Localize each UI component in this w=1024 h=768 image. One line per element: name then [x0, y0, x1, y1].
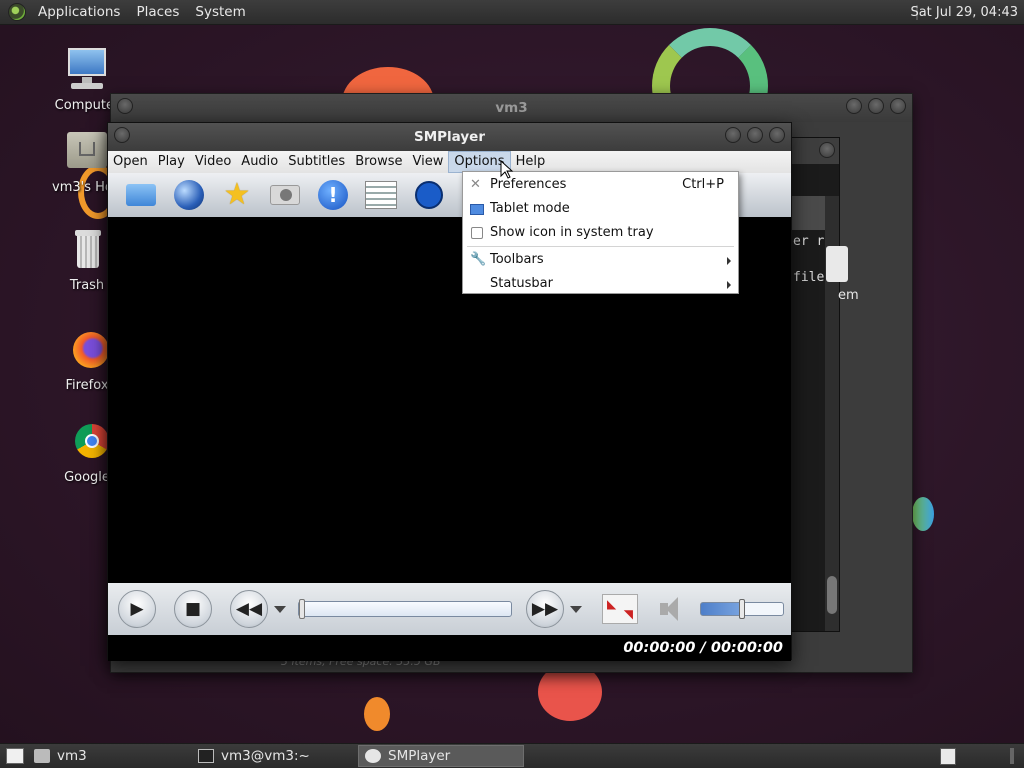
task-label: SMPlayer — [388, 748, 451, 764]
menu-help[interactable]: Help — [511, 151, 551, 173]
menu-audio[interactable]: Audio — [236, 151, 283, 173]
smplayer-icon — [365, 749, 381, 763]
playlist-icon[interactable] — [364, 178, 398, 212]
taskbar: vm3 vm3@vm3:~ SMPlayer — [0, 743, 1024, 768]
window-menu-button[interactable] — [114, 127, 130, 143]
terminal-line: file — [793, 270, 825, 285]
workspace-indicator[interactable] — [940, 748, 956, 765]
mouse-cursor-icon — [500, 160, 514, 179]
volume-knob[interactable] — [739, 599, 745, 619]
task-terminal[interactable]: vm3@vm3:~ — [192, 745, 354, 767]
workspace-switcher[interactable] — [1010, 748, 1014, 764]
trash-icon — [63, 226, 111, 274]
menu-item-toolbars[interactable]: 🔧 Toolbars — [463, 248, 738, 272]
window-title[interactable]: vm3 — [111, 94, 912, 122]
submenu-arrow-icon — [727, 281, 731, 289]
firefox-icon — [63, 326, 111, 374]
menu-browse[interactable]: Browse — [350, 151, 407, 173]
seek-bar[interactable] — [298, 599, 512, 619]
forward-button[interactable]: ▶▶ — [526, 590, 564, 628]
show-desktop-icon[interactable] — [6, 748, 24, 764]
globe-icon[interactable] — [172, 178, 206, 212]
scrollbar-thumb[interactable] — [827, 576, 837, 614]
menu-separator — [467, 246, 734, 247]
chrome-icon — [63, 418, 111, 466]
window-controls — [725, 127, 785, 143]
submenu-arrow-icon — [727, 257, 731, 265]
menu-item-shortcut: Ctrl+P — [682, 177, 724, 192]
rewind-button[interactable]: ◀◀ — [230, 590, 268, 628]
top-panel: Applications Places System Sat Jul 29, 0… — [0, 0, 1024, 25]
maximize-button[interactable] — [747, 127, 763, 143]
applications-menu[interactable]: Applications — [30, 0, 128, 25]
close-button[interactable] — [769, 127, 785, 143]
menu-item-statusbar[interactable]: Statusbar — [463, 272, 738, 296]
wallpaper-orange-dot — [364, 697, 390, 731]
rewind-dropdown-arrow[interactable] — [274, 605, 286, 613]
forward-dropdown-arrow[interactable] — [570, 605, 582, 613]
maximize-button[interactable] — [868, 98, 884, 114]
screenshot-camera-icon[interactable] — [268, 178, 302, 212]
home-folder-icon — [34, 749, 50, 763]
open-folder-icon[interactable] — [124, 178, 158, 212]
close-button[interactable] — [819, 142, 835, 158]
task-smplayer[interactable]: SMPlayer — [358, 745, 524, 767]
task-label: vm3 — [57, 748, 87, 764]
time-display: 00:00:00 / 00:00:00 — [108, 635, 791, 661]
options-dropdown-menu: ✕ Preferences Ctrl+P Tablet mode Show ic… — [462, 171, 739, 294]
window-menu-button[interactable] — [117, 98, 133, 114]
playback-controls: ▶ ■ ◀◀ ▶▶ ◣ ◥ — [108, 583, 791, 635]
speaker-icon[interactable] — [656, 594, 686, 624]
menu-play[interactable]: Play — [153, 151, 190, 173]
home-folder-icon — [63, 128, 111, 176]
wrench-icon: 🔧 — [470, 252, 487, 267]
fullscreen-button[interactable]: ◣ ◥ — [602, 594, 638, 624]
stop-button[interactable]: ■ — [174, 590, 212, 628]
menu-video[interactable]: Video — [190, 151, 236, 173]
task-label: vm3@vm3:~ — [221, 748, 310, 764]
smplayer-titlebar[interactable]: SMPlayer — [108, 123, 791, 151]
play-button[interactable]: ▶ — [118, 590, 156, 628]
clock[interactable]: Sat Jul 29, 04:43 — [910, 0, 1018, 25]
window-controls — [846, 98, 906, 114]
menu-item-label: Statusbar — [490, 276, 553, 291]
menu-item-system-tray[interactable]: Show icon in system tray — [463, 221, 738, 245]
task-vm3[interactable]: vm3 — [28, 745, 188, 767]
menu-item-label: Show icon in system tray — [490, 225, 654, 240]
menu-open[interactable]: Open — [108, 151, 153, 173]
seek-knob[interactable] — [299, 599, 305, 619]
terminal-icon — [198, 749, 214, 763]
window-title: SMPlayer — [414, 129, 485, 145]
minimize-button[interactable] — [846, 98, 862, 114]
system-menu[interactable]: System — [187, 0, 253, 25]
terminal-line: er r — [793, 234, 825, 249]
menu-item-label: Tablet mode — [490, 201, 570, 216]
video-clapper-icon[interactable] — [412, 178, 446, 212]
menu-item-tablet-mode[interactable]: Tablet mode — [463, 197, 738, 221]
computer-icon — [63, 46, 111, 94]
menu-subtitles[interactable]: Subtitles — [283, 151, 350, 173]
favorites-star-icon[interactable]: ★ — [220, 178, 254, 212]
info-icon[interactable]: ! — [316, 178, 350, 212]
file-label: em — [838, 288, 859, 303]
menu-view[interactable]: View — [408, 151, 449, 173]
close-button[interactable] — [890, 98, 906, 114]
file-icon[interactable] — [826, 246, 848, 282]
volume-slider[interactable] — [700, 599, 784, 619]
minimize-button[interactable] — [725, 127, 741, 143]
wallpaper-teal-blob — [912, 497, 934, 531]
preferences-tools-icon: ✕ — [470, 177, 481, 192]
menu-item-label: Toolbars — [490, 252, 544, 267]
places-menu[interactable]: Places — [128, 0, 187, 25]
distro-logo-icon[interactable] — [8, 3, 26, 21]
tablet-icon — [470, 204, 484, 215]
menubar: Open Play Video Audio Subtitles Browse V… — [108, 151, 791, 173]
checkbox-icon[interactable] — [471, 227, 483, 239]
